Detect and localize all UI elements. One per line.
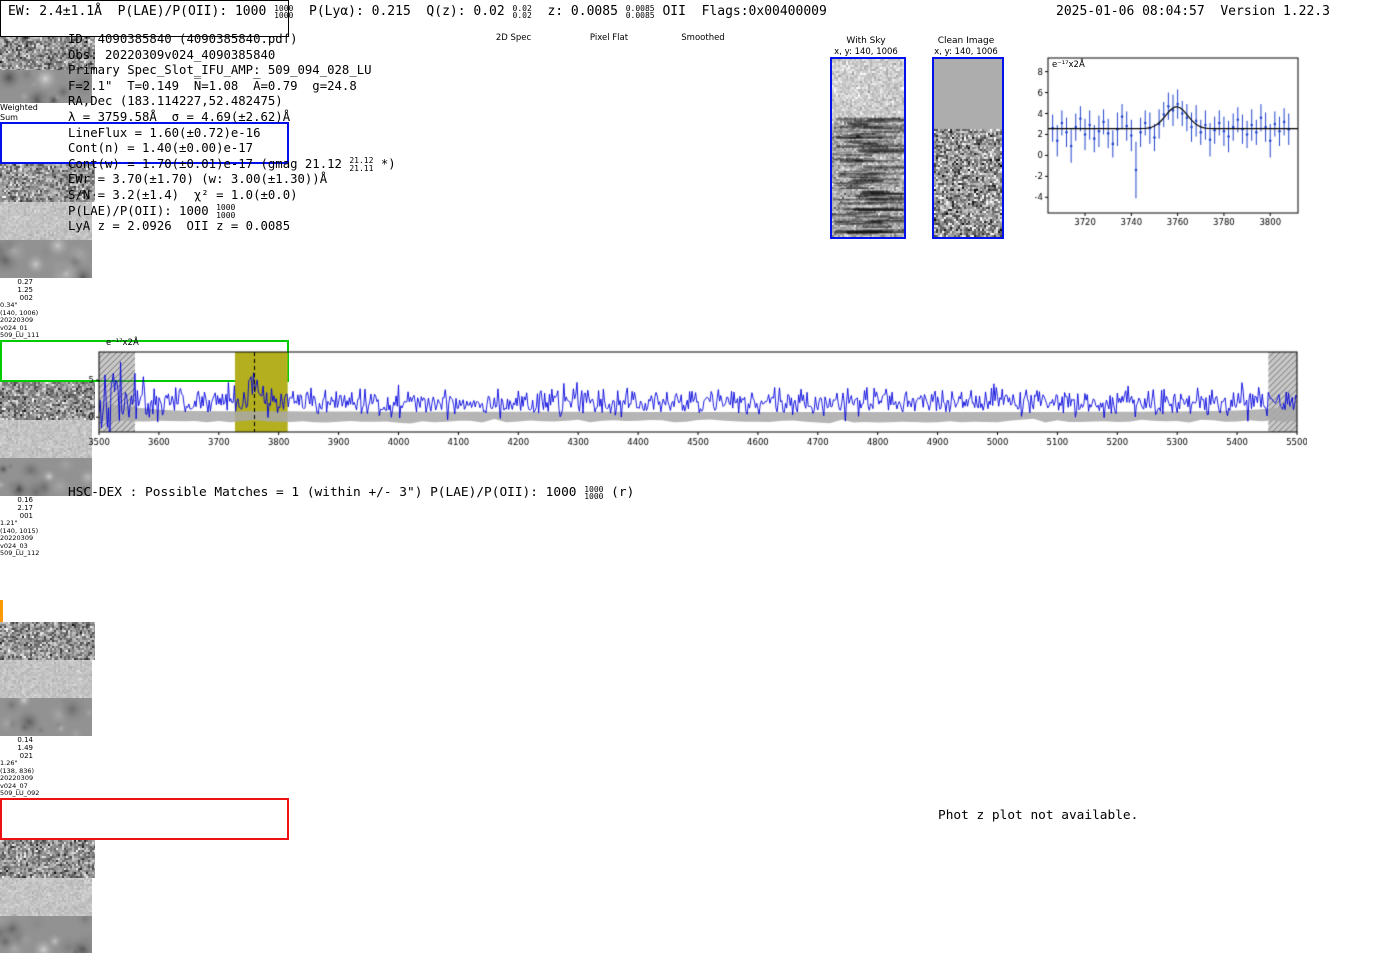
- info-line: λ = 3759.58Å σ = 4.69(±2.62)Å: [68, 109, 291, 124]
- spec2d-strip-2dspec: [0, 621, 95, 660]
- info-line: F=2.1" T=0.149 N̅=1.08 A̅=0.79 g=24.8: [68, 78, 357, 93]
- spec2d-col-title-smoothed: Smoothed: [681, 33, 725, 43]
- photz-note: Phot z plot not available.: [938, 808, 1139, 823]
- full-spectrum-plot: [75, 340, 1307, 456]
- stacked-fraction: 21.12 21.11: [349, 156, 374, 173]
- spec2d-row-border: [0, 558, 289, 600]
- with-sky-coords: x, y: 140, 1006: [834, 47, 898, 57]
- clean-image: [932, 57, 1004, 239]
- header-datetime-version: 2025-01-06 08:04:57 Version 1.22.3: [1056, 4, 1330, 19]
- spec2d-col-title-pixelflat: Pixel Flat: [589, 33, 629, 43]
- stacked-fraction: 1000 1000: [216, 203, 236, 220]
- spec2d-right-label: 509_LU_112: [0, 549, 40, 558]
- with-sky-image: [830, 57, 906, 239]
- info-line: Cont(w) = 1.70(±0.01)e-17 (gmag 21.12 21…: [68, 156, 396, 173]
- line-fit-plot: [1035, 45, 1307, 235]
- spec2d-row-border: [0, 797, 289, 840]
- info-line: LineFlux = 1.60(±0.72)e-16: [68, 125, 261, 140]
- spectrum-units-annotation: e⁻¹⁷x2Å: [106, 338, 139, 348]
- spec2d-right-label: 509_LU_111: [0, 331, 40, 340]
- spec2d-left-label: 0.16: [17, 495, 33, 504]
- with-sky-title: With Sky: [846, 36, 886, 46]
- spec2d-left-label: 0.27: [17, 278, 33, 286]
- spec2d-strip-smoothed: [0, 697, 92, 736]
- spec2d-col-title-2dspec: 2D Spec: [495, 33, 532, 43]
- spec2d-strip-pixelflat: [0, 877, 92, 916]
- stacked-fraction: 1000 1000: [584, 484, 604, 501]
- spec2d-right-label: Weighted: [0, 103, 38, 112]
- clean-image-coords: x, y: 140, 1006: [934, 47, 998, 57]
- spec2d-right-label: 509_LU_092: [0, 789, 40, 798]
- mini-plot-units-annotation: e⁻¹⁷x2Å: [1052, 60, 1085, 70]
- stacked-fraction: 0.02 0.02: [512, 3, 532, 20]
- spec2d-left-label: 1.49: [17, 743, 33, 752]
- info-line: ID: 4090385840 (4090385840.pdf): [68, 32, 298, 46]
- info-line: EWr = 3.70(±1.70) (w: 3.00(±1.30))Å: [68, 172, 328, 187]
- spec2d-left-label: 2.17: [17, 503, 33, 512]
- spec2d-strip-2dspec: [0, 839, 95, 878]
- spec2d-strip-smoothed: [0, 240, 92, 278]
- info-line: RA,Dec (183.114227,52.482475): [68, 94, 283, 109]
- info-line: Cont(n) = 1.40(±0.00)e-17: [68, 141, 254, 156]
- hsc-match-summary: HSC-DEX : Possible Matches = 1 (within +…: [68, 484, 635, 501]
- info-line: P(LAE)/P(OII): 1000 1000 1000: [68, 203, 236, 220]
- spec2d-left-label: 0.14: [17, 735, 33, 744]
- info-line: Obs: 20220309v024_4090385840: [68, 47, 276, 62]
- spec2d-right-label: Sum: [0, 112, 18, 122]
- spec2d-strip-smoothed: [0, 915, 92, 953]
- header-summary: EW: 2.4±1.1Å P(LAE)/P(OII): 1000 1000 100…: [8, 3, 827, 20]
- elixer-detection-report: EW: 2.4±1.1Å P(LAE)/P(OII): 1000 1000 100…: [0, 0, 1400, 953]
- detection-info-block: ID: 4090385840 (4090385840.pdf) Obs: 2022…: [68, 32, 396, 235]
- stacked-fraction: 0.0085 0.0085: [625, 3, 655, 20]
- spec2d-accent-mark: [0, 599, 3, 622]
- clean-image-title: Clean Image: [937, 36, 995, 46]
- spec2d-left-label: 1.25: [17, 286, 33, 294]
- stacked-fraction: 1000 1000: [274, 3, 294, 20]
- info-line: LyA z = 2.0926 OII z = 0.0085: [68, 219, 291, 234]
- info-line: S/N = 3.2(±1.4) χ² = 1.0(±0.0): [68, 187, 298, 202]
- spec2d-strip-pixelflat: [0, 659, 92, 698]
- info-line: Primary Spec_Slot_IFU_AMP: 509_094_028_L…: [68, 63, 372, 78]
